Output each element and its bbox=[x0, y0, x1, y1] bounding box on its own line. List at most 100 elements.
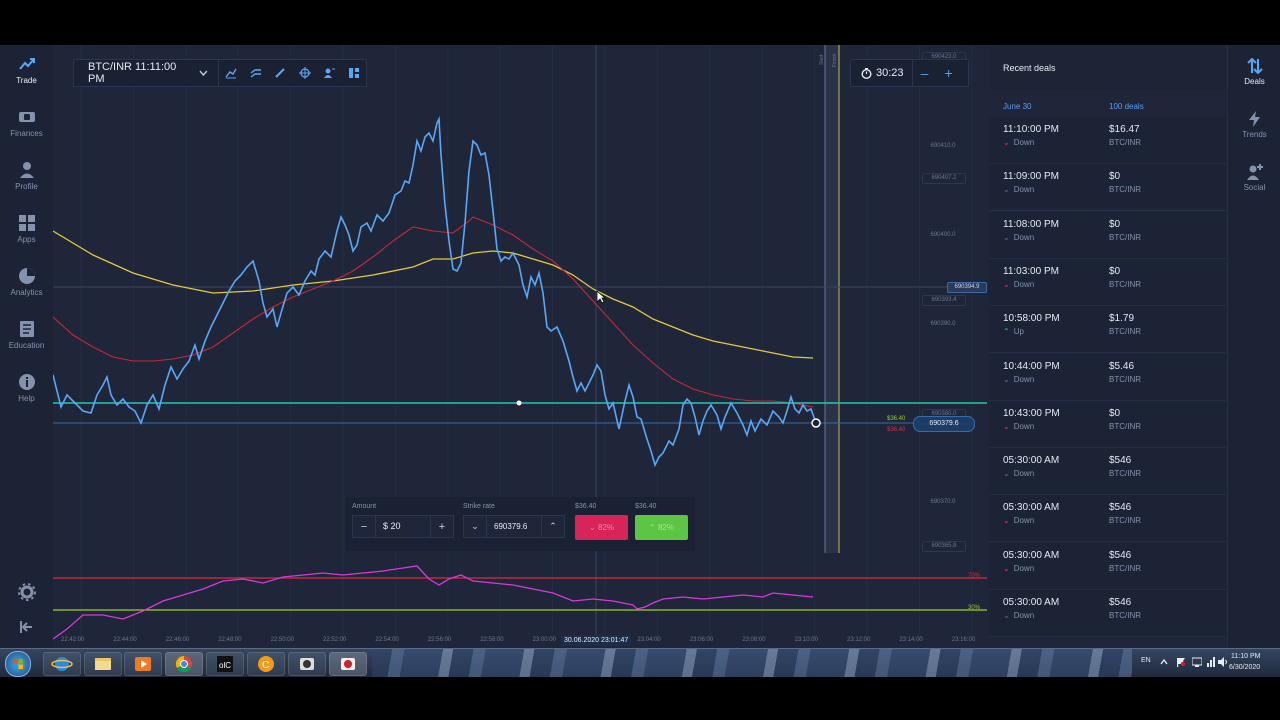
clock-time[interactable]: 11:10 PM bbox=[1231, 653, 1260, 660]
stopwatch-icon bbox=[861, 67, 872, 79]
deal-pair: BTC/INR bbox=[1109, 327, 1141, 337]
timer-value-box[interactable]: 30:23 bbox=[851, 60, 913, 86]
logout-icon[interactable] bbox=[18, 619, 34, 635]
nav-label-profile: Profile bbox=[15, 182, 38, 191]
deal-amount: $16.47 bbox=[1109, 124, 1140, 135]
down-button[interactable]: ⌄ 82% bbox=[575, 515, 628, 540]
nav-item-education[interactable]: Education bbox=[0, 314, 53, 364]
network-icon[interactable] bbox=[1206, 657, 1216, 667]
settings-gear-icon[interactable] bbox=[18, 583, 36, 601]
deal-direction: ⌃ Up bbox=[1003, 327, 1024, 337]
deals-header: Recent deals bbox=[989, 45, 1226, 90]
timer-increase-button[interactable]: + bbox=[937, 65, 961, 81]
deal-row[interactable]: 05:30:00 AM ⌄ Down $546 BTC/INR bbox=[989, 448, 1226, 496]
taskbar-recorder-icon[interactable] bbox=[329, 652, 367, 676]
windows-taskbar: olC C EN 11:10 PM 6/30/2020 bbox=[0, 648, 1280, 677]
deals-count: 100 deals bbox=[1109, 102, 1144, 111]
language-indicator[interactable]: EN bbox=[1141, 657, 1151, 664]
price-label: 690410.0 bbox=[922, 142, 964, 151]
rail-item-social[interactable]: Social bbox=[1228, 155, 1280, 205]
amount-input[interactable]: $ 20 bbox=[375, 516, 431, 537]
nav-item-profile[interactable]: Profile bbox=[0, 155, 53, 205]
amount-stepper[interactable]: − $ 20 + bbox=[352, 515, 454, 538]
display-icon[interactable] bbox=[1192, 657, 1202, 667]
action-center-flag-icon[interactable] bbox=[1176, 657, 1186, 667]
time-tick-label: 22:58:00 bbox=[480, 637, 504, 643]
amount-label: Amount bbox=[352, 503, 377, 510]
taskbar-camera-icon[interactable] bbox=[288, 652, 326, 676]
taskbar-ccleaner-icon[interactable]: C bbox=[247, 652, 285, 676]
up-percent: 82% bbox=[657, 523, 674, 532]
deals-date: June 30 bbox=[1003, 102, 1032, 111]
oscillator-line bbox=[53, 565, 814, 640]
indicators-button[interactable] bbox=[219, 60, 244, 86]
crosshair-time-label: 30.06.2020 23:01:47 bbox=[561, 635, 632, 646]
line-tool-icon bbox=[250, 69, 261, 78]
strike-increase-button[interactable]: ⌃ bbox=[542, 521, 564, 532]
time-tick-label: 23:14:00 bbox=[899, 637, 923, 643]
nav-item-apps[interactable]: Apps bbox=[0, 208, 53, 258]
social-icon bbox=[324, 68, 336, 78]
amount-decrease-button[interactable]: − bbox=[353, 521, 375, 533]
deal-row[interactable]: 05:30:00 AM ⌄ Down $546 BTC/INR bbox=[989, 542, 1226, 590]
deal-amount: $5.46 bbox=[1109, 360, 1135, 372]
start-button[interactable] bbox=[5, 651, 31, 677]
deal-row[interactable]: 11:08:00 PM ⌄ Down $0 BTC/INR bbox=[989, 211, 1226, 259]
asset-selector[interactable]: BTC/INR 11:11:00 PM bbox=[74, 60, 219, 86]
svg-text:olC: olC bbox=[219, 661, 231, 670]
social-trading-button[interactable] bbox=[317, 60, 342, 86]
deal-row[interactable]: 10:43:00 PM ⌄ Down $0 BTC/INR bbox=[989, 400, 1226, 448]
rail-item-deals[interactable]: Deals bbox=[1228, 49, 1280, 99]
nav-item-help[interactable]: Help bbox=[0, 367, 53, 417]
deal-amount: $0 bbox=[1109, 171, 1121, 183]
nav-item-trade[interactable]: Trade bbox=[0, 49, 53, 99]
strike-rate-stepper[interactable]: ⌄ 690379.6 ⌃ bbox=[463, 515, 565, 538]
nav-item-analytics[interactable]: Analytics bbox=[0, 261, 53, 311]
rail-item-trends[interactable]: Trends bbox=[1228, 102, 1280, 152]
deal-time: 05:30:00 AM bbox=[1003, 455, 1060, 467]
time-tick-label: 23:12:00 bbox=[847, 637, 871, 643]
deal-row[interactable]: 10:44:00 PM ⌄ Down $5.46 BTC/INR bbox=[989, 353, 1226, 401]
strike-handle[interactable] bbox=[516, 400, 522, 406]
nav-label-apps: Apps bbox=[17, 235, 36, 244]
arrow-down-icon: ⌄ bbox=[1003, 185, 1010, 195]
layout-button[interactable] bbox=[341, 60, 366, 86]
osc-30-label: 30% bbox=[968, 605, 981, 611]
strike-decrease-button[interactable]: ⌄ bbox=[464, 521, 486, 532]
taskbar-media-icon[interactable] bbox=[124, 652, 162, 676]
draw-button[interactable] bbox=[268, 60, 293, 86]
strike-rate-input[interactable]: 690379.6 bbox=[486, 516, 542, 537]
chart-area[interactable]: Start Finish 70% 30% $36.40 $36.40 69042… bbox=[53, 45, 987, 648]
deal-row[interactable]: 05:30:00 AM ⌄ Down $546 BTC/INR bbox=[989, 495, 1226, 543]
deal-time: 10:58:00 PM bbox=[1003, 313, 1060, 325]
taskbar-explorer-icon[interactable] bbox=[84, 652, 122, 676]
line-tools-button[interactable] bbox=[243, 60, 268, 86]
tray-arrow-icon[interactable] bbox=[1160, 658, 1168, 666]
deal-pair: BTC/INR bbox=[1109, 138, 1141, 147]
clock-date[interactable]: 6/30/2020 bbox=[1229, 664, 1260, 671]
timer-decrease-button[interactable]: – bbox=[913, 65, 937, 81]
deal-row[interactable]: 10:58:00 PM ⌃ Up $1.79 BTC/INR bbox=[989, 306, 1226, 354]
taskbar-app-icon[interactable]: olC bbox=[206, 652, 244, 676]
deal-time: 11:08:00 PM bbox=[1003, 218, 1059, 230]
indicator-icon bbox=[225, 68, 237, 79]
deal-pair: BTC/INR bbox=[1109, 232, 1141, 242]
taskbar-ie-icon[interactable] bbox=[43, 652, 81, 676]
arrow-down-icon: ⌄ bbox=[1003, 611, 1010, 620]
up-button[interactable]: ⌃ 82% bbox=[635, 515, 688, 540]
time-tick-label: 22:56:00 bbox=[427, 637, 452, 643]
amount-increase-button[interactable]: + bbox=[431, 521, 453, 533]
taskbar-chrome-icon[interactable] bbox=[165, 652, 203, 676]
nav-item-finances[interactable]: Finances bbox=[0, 102, 53, 152]
deals-arrows-icon bbox=[1246, 57, 1263, 75]
time-tick-label: 22:46:00 bbox=[165, 637, 190, 643]
crosshair-button[interactable] bbox=[292, 60, 317, 86]
arrow-down-icon: ⌄ bbox=[1003, 279, 1010, 289]
deal-row[interactable]: 05:30:00 AM ⌄ Down $546 BTC/INR bbox=[989, 590, 1226, 637]
volume-icon[interactable] bbox=[1218, 657, 1228, 667]
price-chart[interactable]: Start Finish 70% 30% $36.40 $36.40 bbox=[53, 45, 987, 648]
deal-row[interactable]: 11:10:00 PM ⌄ Down $16.47 BTC/INR bbox=[989, 117, 1226, 164]
lightning-icon bbox=[1248, 111, 1260, 127]
deal-row[interactable]: 11:03:00 PM ⌄ Down $0 BTC/INR bbox=[989, 258, 1226, 306]
deal-row[interactable]: 11:09:00 PM ⌄ Down $0 BTC/INR bbox=[989, 164, 1226, 212]
